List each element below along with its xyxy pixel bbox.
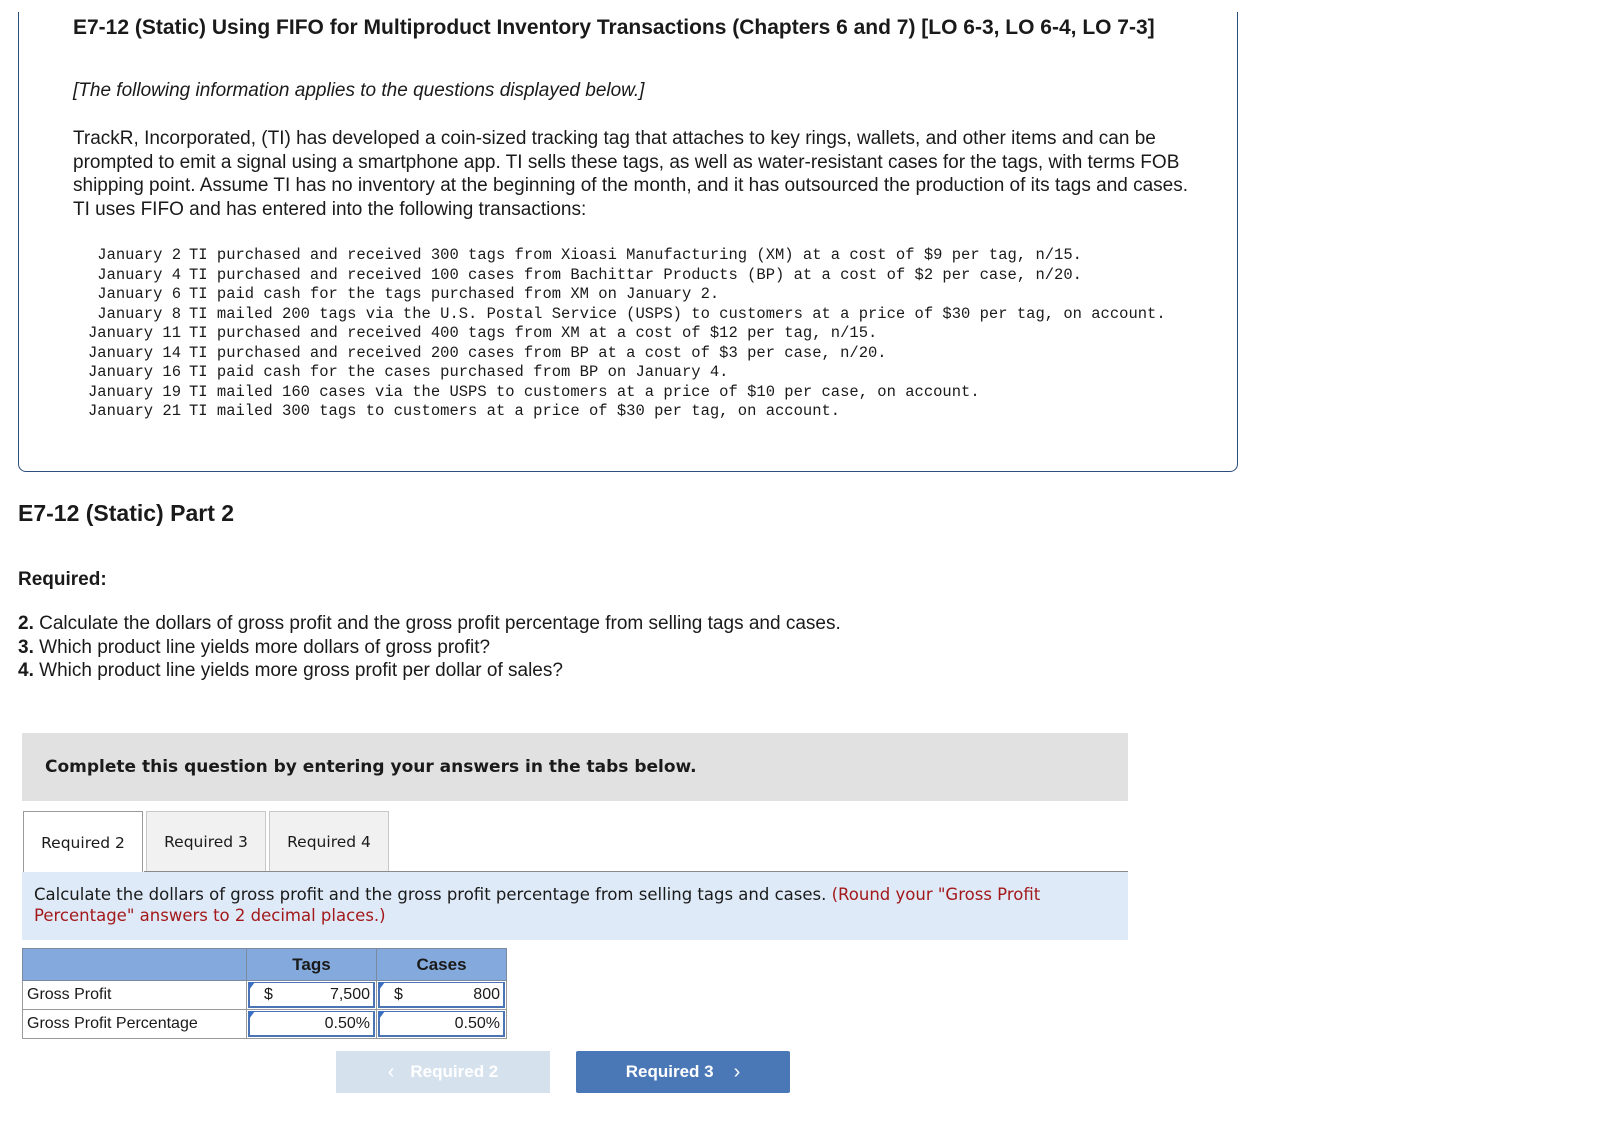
- answer-table-header: Tags Cases: [22, 948, 507, 981]
- requirement-text: Which product line yields more gross pro…: [33, 660, 563, 681]
- transaction-row: January 19 TI mailed 160 cases via the US…: [73, 383, 1189, 403]
- requirement-item: 3. Which product line yields more dollar…: [18, 636, 841, 660]
- transaction-list: January 2 TI purchased and received 300 t…: [73, 246, 1189, 422]
- question-panel: Calculate the dollars of gross profit an…: [22, 872, 1128, 940]
- tab-required-4[interactable]: Required 4: [269, 811, 389, 872]
- table-row: Gross Profit $ 7,500 $ 800: [22, 980, 507, 1010]
- requirement-item: 2. Calculate the dollars of gross profit…: [18, 612, 841, 636]
- transaction-date: January 21: [87, 402, 181, 420]
- question-text: Calculate the dollars of gross profit an…: [34, 885, 832, 904]
- row-label-gross-profit: Gross Profit: [22, 980, 247, 1010]
- transaction-row: January 14 TI purchased and received 200 …: [73, 344, 1189, 364]
- gross-profit-tags-value: 7,500: [329, 985, 370, 1003]
- row-label-gross-profit-percentage: Gross Profit Percentage: [22, 1009, 247, 1039]
- chevron-left-icon: ‹: [387, 1060, 395, 1083]
- problem-note: [The following information applies to th…: [73, 80, 645, 101]
- requirement-number: 3.: [18, 636, 34, 658]
- flag-icon: [249, 1011, 255, 1019]
- transaction-text: TI purchased and received 200 cases from…: [189, 343, 887, 362]
- instruction-bar: Complete this question by entering your …: [22, 733, 1128, 801]
- transaction-text: TI mailed 200 tags via the U.S. Postal S…: [189, 304, 1166, 323]
- tab-required-2[interactable]: Required 2: [23, 811, 143, 873]
- transaction-date: January 2: [97, 246, 181, 264]
- part-title: E7-12 (Static) Part 2: [18, 500, 235, 526]
- gp-percentage-cases-value: 0.50%: [454, 1014, 500, 1032]
- transaction-date: January 8: [97, 304, 181, 323]
- transaction-date: January 11: [87, 324, 181, 342]
- header-blank: [22, 948, 247, 981]
- requirements-list: 2. Calculate the dollars of gross profit…: [18, 612, 841, 683]
- next-required-button[interactable]: Required 3 ›: [576, 1051, 790, 1093]
- transaction-text: TI purchased and received 300 tags from …: [189, 246, 1082, 264]
- gp-percentage-cases-input[interactable]: 0.50%: [378, 1011, 505, 1037]
- requirement-text: Which product line yields more dollars o…: [33, 636, 491, 658]
- header-cases: Cases: [376, 948, 507, 981]
- gross-profit-cases-value: 800: [473, 985, 500, 1003]
- transaction-date: January 14: [87, 343, 181, 362]
- transaction-text: TI mailed 160 cases via the USPS to cust…: [189, 382, 980, 401]
- transaction-row: January 4 TI purchased and received 100 c…: [73, 266, 1189, 286]
- header-tags: Tags: [246, 948, 377, 981]
- chevron-right-icon: ›: [733, 1060, 741, 1083]
- transaction-text: TI paid cash for the cases purchased fro…: [189, 363, 729, 381]
- gp-percentage-tags-cell: 0.50%: [246, 1009, 377, 1039]
- transaction-row: January 21 TI mailed 300 tags to customer…: [73, 402, 1189, 422]
- answer-table: Tags Cases Gross Profit $ 7,500 $ 800 Gr…: [22, 948, 507, 1039]
- gross-profit-cases-cell: $ 800: [376, 980, 507, 1010]
- transaction-text: TI purchased and received 400 tags from …: [189, 324, 878, 342]
- prev-button-label: Required 2: [410, 1062, 499, 1081]
- gp-percentage-tags-input[interactable]: 0.50%: [248, 1011, 375, 1037]
- gross-profit-cases-input[interactable]: $ 800: [378, 982, 505, 1008]
- flag-icon: [379, 1011, 385, 1019]
- tab-required-3[interactable]: Required 3: [146, 811, 266, 872]
- currency-symbol: $: [394, 985, 403, 1003]
- flag-icon: [249, 982, 255, 990]
- transaction-row: January 2 TI purchased and received 300 t…: [73, 246, 1189, 266]
- next-button-label: Required 3: [625, 1062, 714, 1081]
- transaction-date: January 16: [87, 363, 181, 381]
- transaction-row: January 11 TI purchased and received 400 …: [73, 324, 1189, 344]
- required-label: Required:: [18, 569, 107, 590]
- prev-required-button[interactable]: ‹ Required 2: [336, 1051, 550, 1093]
- requirement-number: 2.: [18, 613, 34, 634]
- transaction-row: January 8 TI mailed 200 tags via the U.S.…: [73, 305, 1189, 325]
- currency-symbol: $: [264, 985, 273, 1003]
- problem-intro: TrackR, Incorporated, (TI) has developed…: [73, 128, 1189, 220]
- requirement-number: 4.: [18, 660, 34, 681]
- gp-percentage-tags-value: 0.50%: [324, 1014, 370, 1032]
- gross-profit-tags-cell: $ 7,500: [246, 980, 377, 1010]
- transaction-row: January 16 TI paid cash for the cases pur…: [73, 363, 1189, 383]
- problem-title: E7-12 (Static) Using FIFO for Multiprodu…: [73, 16, 1155, 39]
- flag-icon: [379, 982, 385, 990]
- transaction-text: TI mailed 300 tags to customers at a pri…: [189, 402, 841, 420]
- requirement-text: Calculate the dollars of gross profit an…: [33, 613, 841, 634]
- tab-bar: Required 2 Required 3 Required 4: [23, 811, 389, 873]
- transaction-text: TI purchased and received 100 cases from…: [189, 265, 1082, 284]
- transaction-date: January 19: [87, 382, 181, 401]
- transaction-text: TI paid cash for the tags purchased from…: [189, 285, 720, 303]
- gp-percentage-cases-cell: 0.50%: [376, 1009, 507, 1039]
- transaction-date: January 6: [97, 285, 181, 303]
- transaction-date: January 4: [97, 265, 181, 284]
- gross-profit-tags-input[interactable]: $ 7,500: [248, 982, 375, 1008]
- transaction-row: January 6 TI paid cash for the tags purch…: [73, 285, 1189, 305]
- table-row: Gross Profit Percentage 0.50% 0.50%: [22, 1009, 507, 1039]
- requirement-item: 4. Which product line yields more gross …: [18, 659, 841, 683]
- instruction-text: Complete this question by entering your …: [45, 757, 697, 777]
